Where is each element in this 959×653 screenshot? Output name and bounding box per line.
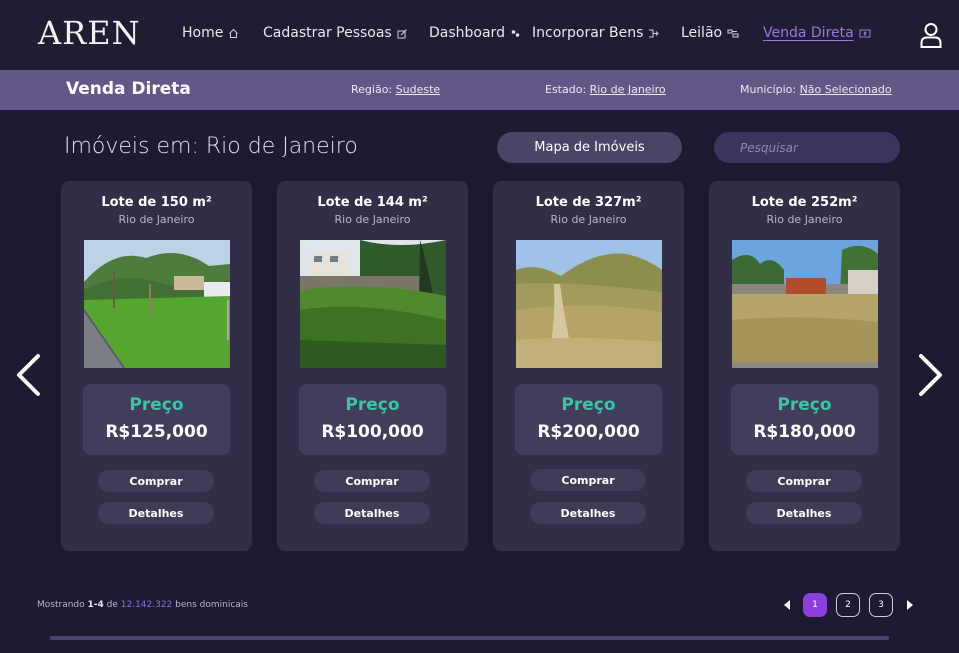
results-summary: Mostrando 1-4 de 12.142.322 bens dominic… <box>37 600 248 610</box>
nav-home-label: Home <box>182 25 224 41</box>
card-title: Lote de 144 m² <box>317 195 428 210</box>
horizontal-scrollbar[interactable] <box>50 636 889 640</box>
price-label: Preço <box>561 395 616 415</box>
merge-icon <box>649 29 660 37</box>
property-photo <box>516 240 662 368</box>
buy-button[interactable]: Comprar <box>314 470 430 492</box>
price-box: Preço R$125,000 <box>83 384 230 455</box>
summary-total: 12.142.322 <box>120 600 173 610</box>
filter-municipio: Município: Não Selecionado <box>740 83 892 96</box>
details-button[interactable]: Detalhes <box>530 502 646 524</box>
home-icon <box>229 28 239 38</box>
card-city: Rio de Janeiro <box>118 213 195 226</box>
nav-venda-direta[interactable]: Venda Direta <box>763 25 871 41</box>
section-title: Venda Direta <box>66 79 191 99</box>
gavel-icon <box>727 29 739 37</box>
summary-range: 1-4 <box>87 600 104 610</box>
chevron-left-icon[interactable] <box>13 352 43 398</box>
price-value: R$125,000 <box>105 422 208 442</box>
edit-icon <box>397 28 407 38</box>
nav-leilao[interactable]: Leilão <box>681 25 739 41</box>
summary-prefix: Mostrando <box>37 600 88 610</box>
filter-estado-value[interactable]: Rio de Janeiro <box>590 83 666 96</box>
card-city: Rio de Janeiro <box>334 213 411 226</box>
price-value: R$180,000 <box>753 422 856 442</box>
search-input[interactable] <box>714 132 900 163</box>
nav-home[interactable]: Home <box>182 25 239 41</box>
caret-right-icon[interactable] <box>906 600 914 610</box>
card-city: Rio de Janeiro <box>550 213 627 226</box>
filter-regiao-value[interactable]: Sudeste <box>396 83 441 96</box>
nav-incorporar-bens[interactable]: Incorporar Bens <box>532 25 660 41</box>
filter-municipio-label: Município: <box>740 83 800 96</box>
map-button[interactable]: Mapa de Imóveis <box>497 132 682 163</box>
card-city: Rio de Janeiro <box>766 213 843 226</box>
nav-incorporar-bens-label: Incorporar Bens <box>532 25 644 41</box>
chevron-right-icon[interactable] <box>916 352 946 398</box>
filter-regiao: Região: Sudeste <box>351 83 440 96</box>
dashboard-icon <box>511 29 520 37</box>
filter-municipio-value[interactable]: Não Selecionado <box>800 83 892 96</box>
price-label: Preço <box>345 395 400 415</box>
page-button[interactable]: 1 <box>803 593 827 617</box>
user-icon[interactable] <box>920 22 942 48</box>
logo: AREN <box>38 14 141 52</box>
buy-button[interactable]: Comprar <box>530 469 646 491</box>
filter-estado: Estado: Rio de Janeiro <box>545 83 666 96</box>
property-photo <box>732 240 878 368</box>
details-button[interactable]: Detalhes <box>98 502 214 524</box>
property-photo <box>300 240 446 368</box>
property-photo <box>84 240 230 368</box>
summary-suffix: bens dominicais <box>172 600 248 610</box>
details-button[interactable]: Detalhes <box>314 502 430 524</box>
page-title: Imóveis em: Rio de Janeiro <box>64 134 358 159</box>
card-title: Lote de 327m² <box>535 195 642 210</box>
property-card: Lote de 327m² Rio de Janeiro Preço R$200… <box>493 181 684 551</box>
dollar-icon <box>859 29 871 37</box>
nav-cadastrar-pessoas-label: Cadastrar Pessoas <box>263 25 392 41</box>
filter-estado-label: Estado: <box>545 83 590 96</box>
subheader: Venda Direta Região: Sudeste Estado: Rio… <box>0 70 959 110</box>
card-title: Lote de 150 m² <box>101 195 212 210</box>
caret-left-icon[interactable] <box>783 600 791 610</box>
price-label: Preço <box>777 395 832 415</box>
card-title: Lote de 252m² <box>751 195 858 210</box>
top-navigation: AREN Home Cadastrar Pessoas Dashboard In… <box>0 0 959 70</box>
buy-button[interactable]: Comprar <box>746 470 862 492</box>
buy-button[interactable]: Comprar <box>98 470 214 492</box>
nav-venda-direta-label: Venda Direta <box>763 25 854 41</box>
nav-dashboard[interactable]: Dashboard <box>429 25 521 41</box>
price-value: R$200,000 <box>537 422 640 442</box>
price-label: Preço <box>129 395 184 415</box>
nav-cadastrar-pessoas[interactable]: Cadastrar Pessoas <box>263 25 408 41</box>
property-card: Lote de 144 m² Rio de Janeiro Preço R$10… <box>277 181 468 551</box>
property-card: Lote de 252m² Rio de Janeiro Preço R$180… <box>709 181 900 551</box>
page-button[interactable]: 2 <box>836 593 860 617</box>
filter-regiao-label: Região: <box>351 83 396 96</box>
nav-dashboard-label: Dashboard <box>429 25 505 41</box>
price-box: Preço R$100,000 <box>299 384 446 455</box>
page-button[interactable]: 3 <box>869 593 893 617</box>
price-value: R$100,000 <box>321 422 424 442</box>
price-box: Preço R$180,000 <box>731 384 878 455</box>
summary-of: de <box>103 600 121 610</box>
price-box: Preço R$200,000 <box>515 384 662 455</box>
details-button[interactable]: Detalhes <box>746 502 862 524</box>
nav-leilao-label: Leilão <box>681 25 723 41</box>
property-card: Lote de 150 m² Rio de Janeiro Preço R$12… <box>61 181 252 551</box>
